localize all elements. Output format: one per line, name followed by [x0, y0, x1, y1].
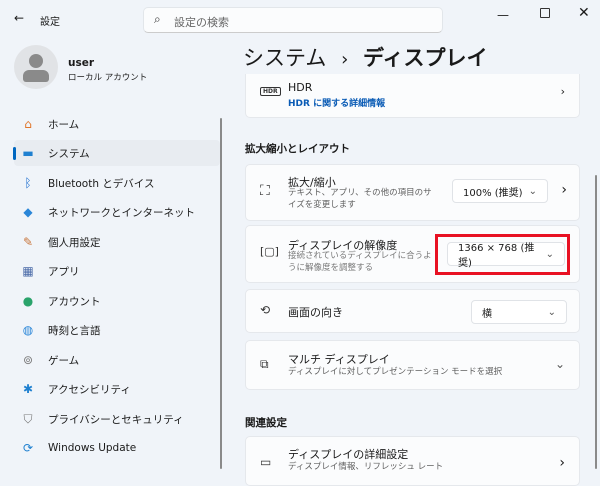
- window-title: 設定: [40, 17, 60, 28]
- search-icon: ⌕: [154, 12, 161, 26]
- minimize-button[interactable]: —: [497, 8, 509, 22]
- maximize-button[interactable]: [540, 8, 550, 18]
- highlight-box: [435, 234, 570, 275]
- advanced-title: ディスプレイの詳細設定: [288, 448, 409, 461]
- scale-dropdown[interactable]: 100% (推奨) ⌄: [452, 179, 548, 203]
- multi-display-icon: ⧉: [260, 357, 269, 371]
- scale-desc: テキスト、アプリ、その他の項目のサイズを変更します: [288, 188, 432, 210]
- orientation-title: 画面の向き: [288, 306, 343, 319]
- breadcrumb-parent[interactable]: システム: [243, 46, 326, 70]
- section-related: 関連設定: [245, 417, 287, 429]
- advanced-display-card[interactable]: ▭ ディスプレイの詳細設定 ディスプレイ情報、リフレッシュ レート ›: [245, 436, 580, 486]
- chevron-right-icon: ›: [560, 85, 565, 98]
- multi-display-desc: ディスプレイに対してプレゼンテーション モードを選択: [288, 367, 503, 377]
- main-scrollbar[interactable]: [595, 175, 597, 469]
- chevron-down-icon[interactable]: ⌄: [555, 357, 565, 371]
- search-placeholder: 設定の検索: [174, 16, 229, 29]
- orientation-card[interactable]: ⟲ 画面の向き 横 ⌄: [245, 289, 580, 333]
- close-button[interactable]: ✕: [578, 5, 590, 21]
- orientation-icon: ⟲: [260, 303, 271, 317]
- hdr-icon: HDR: [260, 87, 281, 96]
- chevron-down-icon: ⌄: [528, 185, 537, 197]
- orientation-dropdown[interactable]: 横 ⌄: [471, 300, 567, 324]
- breadcrumb: システム › ディスプレイ: [243, 42, 487, 72]
- scale-value: 100% (推奨): [463, 187, 523, 199]
- section-scale-layout: 拡大縮小とレイアウト: [245, 143, 350, 155]
- scale-icon: ⛶: [260, 183, 270, 199]
- breadcrumb-separator: ›: [341, 49, 349, 70]
- user-name: user: [68, 57, 95, 69]
- monitor-icon: ▭: [260, 455, 272, 469]
- hdr-card[interactable]: HDR HDR HDR に関する詳細情報 ›: [245, 74, 580, 118]
- back-icon[interactable]: ←: [14, 11, 24, 25]
- advanced-desc: ディスプレイ情報、リフレッシュ レート: [288, 462, 444, 472]
- resolution-desc: 接続されているディスプレイに合うように解像度を調整する: [288, 251, 432, 273]
- hdr-link[interactable]: HDR に関する詳細情報: [288, 96, 385, 109]
- chevron-down-icon: ⌄: [547, 306, 556, 318]
- multi-display-title: マルチ ディスプレイ: [288, 353, 390, 366]
- orientation-value: 横: [482, 308, 492, 320]
- resolution-icon: [▢]: [260, 245, 279, 258]
- page-title: ディスプレイ: [362, 46, 488, 70]
- chevron-right-icon[interactable]: ›: [561, 182, 567, 198]
- scale-card[interactable]: ⛶ 拡大/縮小 テキスト、アプリ、その他の項目のサイズを変更します 100% (…: [245, 164, 580, 221]
- multi-display-card[interactable]: ⧉ マルチ ディスプレイ ディスプレイに対してプレゼンテーション モードを選択 …: [245, 340, 580, 390]
- hdr-title: HDR: [288, 81, 313, 94]
- search-input[interactable]: ⌕ 設定の検索: [143, 7, 443, 33]
